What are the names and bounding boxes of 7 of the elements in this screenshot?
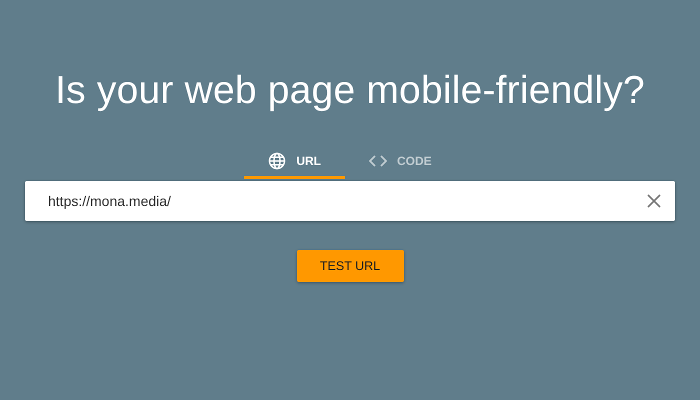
url-bar[interactable]: https://mona.media/	[25, 181, 675, 221]
test-url-button[interactable]: TEST URL	[296, 250, 404, 282]
code-icon	[369, 154, 387, 168]
page-title: Is your web page mobile-friendly?	[55, 68, 645, 114]
close-icon[interactable]	[647, 194, 661, 208]
url-field[interactable]: https://mona.media/	[46, 192, 647, 210]
globe-icon	[268, 152, 286, 170]
